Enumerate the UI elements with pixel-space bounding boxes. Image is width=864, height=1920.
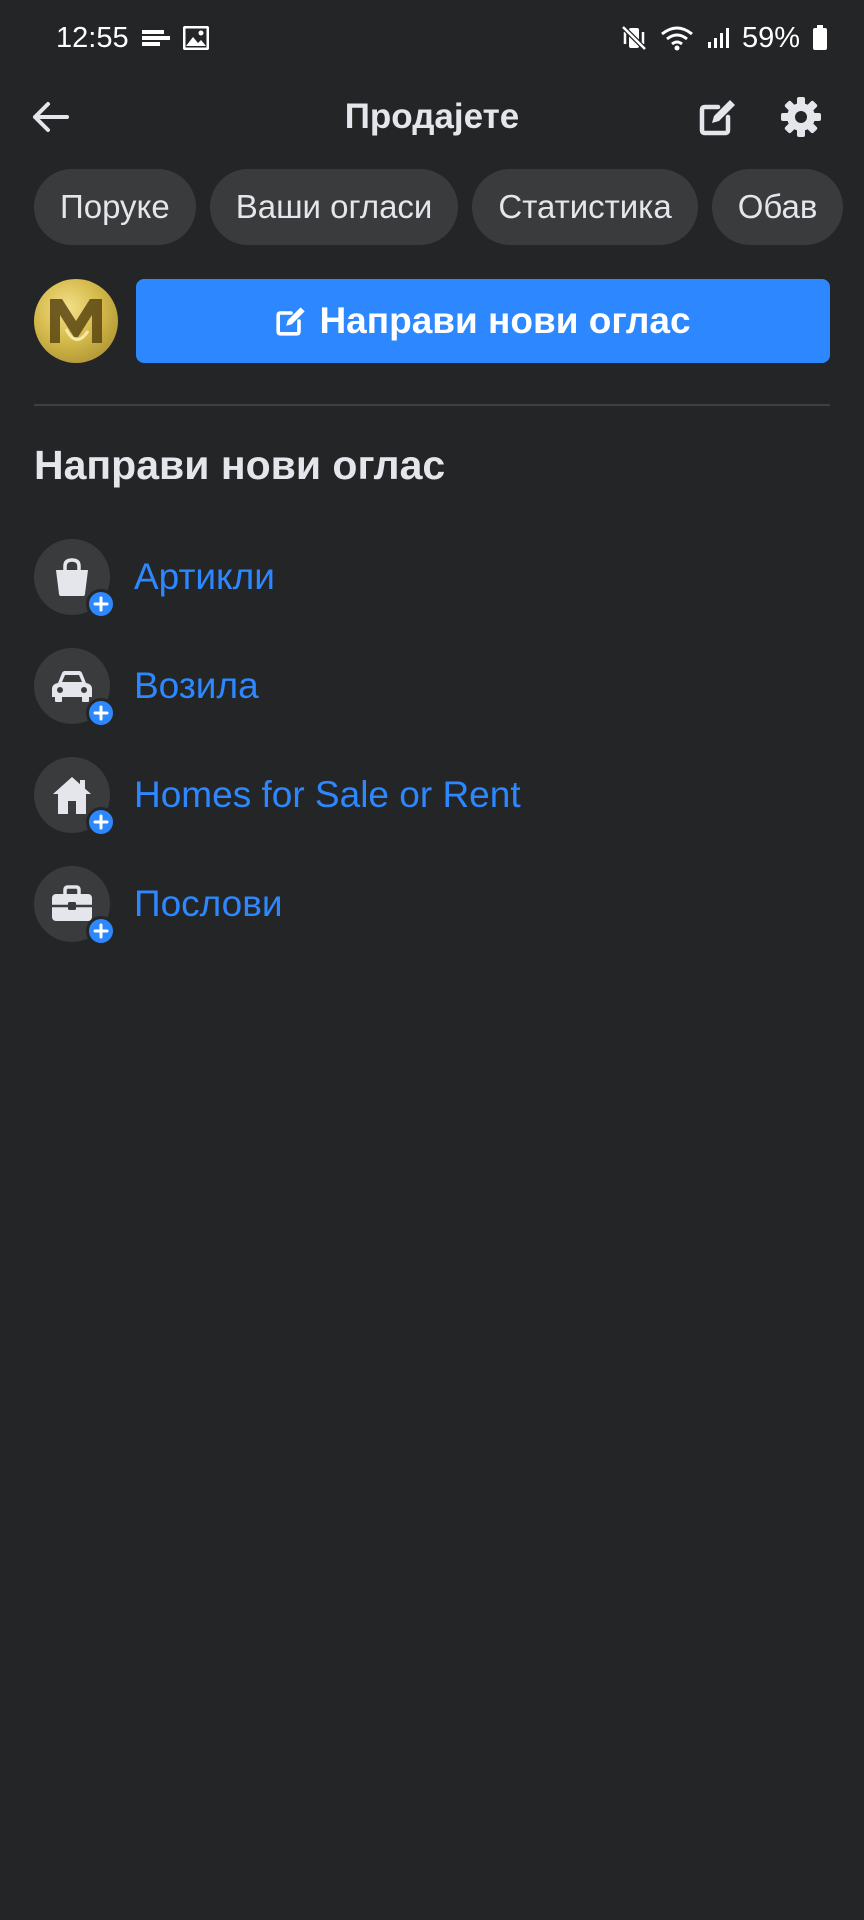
battery-percent: 59% <box>741 21 800 54</box>
edit-icon <box>699 100 735 136</box>
category-item-jobs[interactable]: Послови <box>34 849 830 958</box>
vibrate-mute-icon <box>620 25 648 51</box>
tab-notifications[interactable]: Обав <box>711 169 844 245</box>
gear-icon <box>781 97 821 137</box>
plus-icon <box>86 915 116 946</box>
category-label: Послови <box>134 882 283 924</box>
status-right: 59% <box>620 22 828 55</box>
tab-insights[interactable]: Статистика <box>472 169 698 245</box>
category-icon-wrap <box>34 756 116 837</box>
section-title: Направи нови оглас <box>34 442 446 488</box>
edit-button[interactable] <box>695 94 741 140</box>
profile-logo-icon <box>50 299 102 343</box>
category-icon-wrap <box>34 865 116 946</box>
category-item-items[interactable]: Артикли <box>34 522 830 631</box>
avatar[interactable] <box>34 279 118 363</box>
gallery-icon <box>182 26 209 50</box>
status-left: 12:55 <box>56 22 209 55</box>
tab-messages[interactable]: Поруке <box>34 169 196 245</box>
notification-icon <box>141 27 171 49</box>
divider <box>34 404 830 406</box>
status-time: 12:55 <box>56 21 129 54</box>
category-icon-wrap <box>34 647 116 728</box>
tab-bar: Поруке Ваши огласи Статистика Обав <box>34 169 844 245</box>
status-bar: 12:55 59% <box>0 0 864 76</box>
category-label: Артикли <box>134 555 275 597</box>
category-item-vehicles[interactable]: Возила <box>34 631 830 740</box>
category-list: Артикли Возила Homes for Sale or Rent По… <box>34 522 830 958</box>
tab-your-listings[interactable]: Ваши огласи <box>209 169 459 245</box>
back-arrow-icon <box>33 102 69 132</box>
create-listing-row: Направи нови оглас <box>34 279 830 363</box>
category-label: Возила <box>134 664 259 706</box>
plus-icon <box>86 588 116 619</box>
create-listing-label: Направи нови оглас <box>319 300 691 341</box>
category-label: Homes for Sale or Rent <box>134 773 521 815</box>
header: Продајете <box>0 78 864 156</box>
signal-icon <box>706 26 730 50</box>
wifi-icon <box>660 25 694 51</box>
category-item-homes[interactable]: Homes for Sale or Rent <box>34 740 830 849</box>
create-listing-button[interactable]: Направи нови оглас <box>136 279 830 363</box>
category-icon-wrap <box>34 538 116 619</box>
plus-icon <box>86 806 116 837</box>
edit-icon <box>276 307 306 336</box>
back-button[interactable] <box>30 96 72 138</box>
battery-icon <box>812 25 828 51</box>
plus-icon <box>86 697 116 728</box>
settings-button[interactable] <box>778 94 824 140</box>
